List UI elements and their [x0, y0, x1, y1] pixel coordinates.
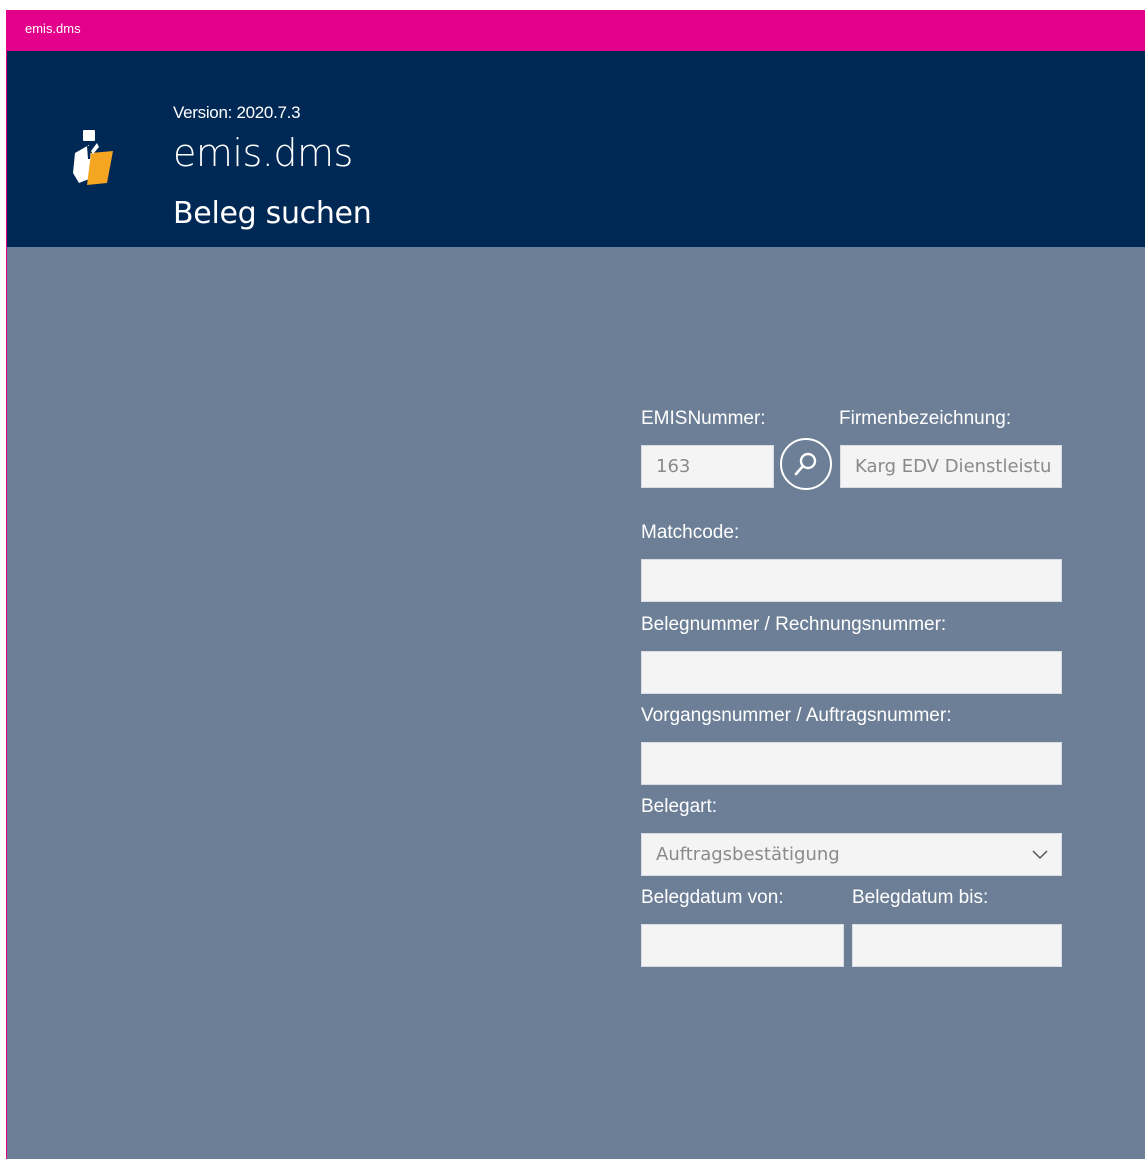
- belegdatum-bis-input[interactable]: [852, 924, 1062, 967]
- title-bar[interactable]: emis.dms: [7, 10, 1145, 51]
- belegdatum-von-label: Belegdatum von:: [641, 887, 784, 908]
- app-name: emis.dms: [173, 131, 353, 175]
- emis-nummer-input[interactable]: 163: [641, 445, 774, 488]
- belegart-label: Belegart:: [641, 796, 718, 817]
- matchcode-input[interactable]: [641, 559, 1062, 602]
- belegnummer-label: Belegnummer / Rechnungsnummer:: [641, 614, 947, 635]
- search-button[interactable]: [780, 438, 832, 490]
- belegdatum-bis-label: Belegdatum bis:: [852, 887, 989, 908]
- magnifier-icon: [794, 452, 817, 476]
- vorgangsnummer-input[interactable]: [641, 742, 1062, 785]
- belegnummer-input[interactable]: [641, 651, 1062, 694]
- matchcode-label: Matchcode:: [641, 522, 740, 543]
- belegdatum-von-input[interactable]: [641, 924, 844, 967]
- firmenbezeichnung-input[interactable]: Karg EDV Dienstleistu: [840, 445, 1062, 488]
- chevron-down-icon: [1032, 850, 1048, 860]
- firmenbezeichnung-label: Firmenbezeichnung:: [839, 408, 1012, 429]
- vorgangsnummer-label: Vorgangsnummer / Auftragsnummer:: [641, 705, 952, 726]
- belegart-selected-value: Auftragsbestätigung: [656, 844, 840, 865]
- app-window: emis.dms Version: 2020.7.3 emis.dms Bele…: [6, 10, 1145, 1159]
- document-person-folder-icon: [73, 130, 113, 185]
- window-title: emis.dms: [25, 21, 81, 36]
- app-header: Version: 2020.7.3 emis.dms Beleg suchen: [7, 51, 1145, 247]
- version-label: Version: 2020.7.3: [173, 103, 301, 122]
- emis-nummer-label: EMISNummer:: [641, 408, 766, 429]
- belegart-select[interactable]: Auftragsbestätigung: [641, 833, 1062, 876]
- page-title: Beleg suchen: [173, 196, 372, 231]
